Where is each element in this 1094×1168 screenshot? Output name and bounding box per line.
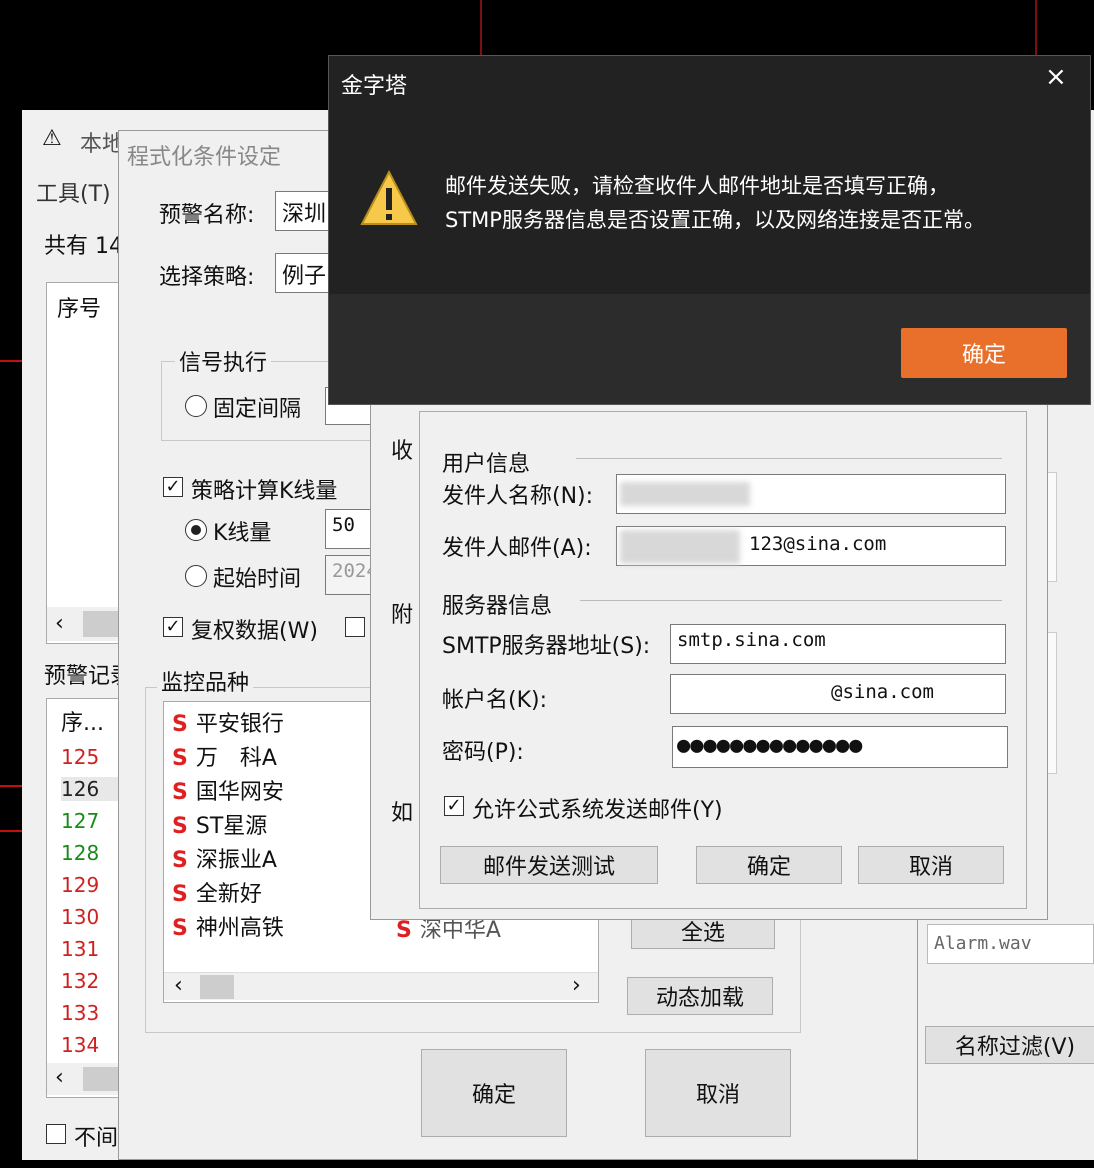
table-row[interactable]: 133 [61, 1001, 99, 1025]
list-item[interactable]: S 国华网安 [172, 774, 284, 806]
col-header-index[interactable]: 序号 [57, 291, 101, 323]
menu-tools[interactable]: 工具(T) [36, 176, 111, 208]
sound-file-field[interactable]: Alarm.wav [927, 924, 1094, 964]
stock-s-icon: S [172, 882, 188, 907]
kline-label: K线量 [213, 521, 272, 546]
start-time-label: 起始时间 [213, 567, 302, 592]
sender-email-label: 发件人邮件(A): [442, 536, 592, 561]
no-interval-checkbox[interactable] [46, 1124, 66, 1144]
calc-kline-label: 策略计算K线量 [191, 479, 338, 504]
list-item[interactable]: S ST星源 [172, 808, 267, 840]
start-time-radio[interactable] [185, 565, 207, 587]
allow-send-label: 允许公式系统发送邮件(Y) [472, 798, 723, 823]
mail-ok-button[interactable]: 确定 [696, 846, 842, 884]
stock-name: 万 科A [195, 746, 277, 771]
warning-icon: ⚠ [42, 126, 62, 151]
settings-title: 程式化条件设定 [127, 145, 282, 170]
redaction-mark [620, 482, 750, 506]
stock-s-icon: S [172, 746, 188, 771]
redaction-mark [620, 530, 740, 564]
settings-ok-button[interactable]: 确定 [421, 1049, 567, 1137]
stock-name: 国华网安 [195, 780, 284, 805]
stock-name: 神州高铁 [195, 916, 284, 941]
adjust-data-label: 复权数据(W) [191, 619, 318, 644]
total-count: 共有 14 [44, 234, 123, 259]
smtp-field[interactable]: smtp.sina.com [670, 624, 1006, 664]
send-test-button[interactable]: 邮件发送测试 [440, 846, 658, 884]
no-interval-label: 不间 [74, 1126, 119, 1151]
dynamic-load-button[interactable]: 动态加载 [627, 977, 773, 1015]
error-ok-button[interactable]: 确定 [901, 328, 1067, 378]
stock-s-icon: S [172, 916, 188, 941]
extra-checkbox[interactable] [345, 617, 365, 637]
close-icon[interactable]: × [1045, 62, 1067, 92]
strategy-label: 选择策略: [159, 265, 255, 290]
error-message-line2: STMP服务器信息是否设置正确，以及网络连接是否正常。 [445, 208, 985, 232]
scroll-right-icon[interactable]: › [572, 973, 581, 998]
adjust-data-checkbox[interactable]: ✓ [163, 617, 183, 637]
table-row[interactable]: 134 [61, 1033, 99, 1057]
table-row[interactable]: 127 [61, 809, 99, 833]
stock-s-icon: S [172, 814, 188, 839]
sender-name-label: 发件人名称(N): [442, 484, 594, 509]
warning-icon [359, 168, 419, 228]
stock-name: 平安银行 [195, 712, 284, 737]
error-dialog-title: 金字塔 [341, 74, 408, 99]
password-label: 密码(P): [442, 740, 524, 765]
stock-s-icon: S [172, 848, 188, 873]
settings-cancel-button[interactable]: 取消 [645, 1049, 791, 1137]
monitor-label: 监控品种 [157, 665, 254, 697]
fixed-interval-label: 固定间隔 [213, 397, 302, 422]
table-row[interactable]: 131 [61, 937, 99, 961]
calc-kline-checkbox[interactable]: ✓ [163, 477, 183, 497]
account-field[interactable]: @sina.com [670, 674, 1006, 714]
stock-s-icon: S [172, 780, 188, 805]
if-label: 如 [391, 801, 414, 826]
password-field[interactable]: ●●●●●●●●●●●●●● [672, 726, 1008, 768]
mail-inner-panel: 用户信息 发件人名称(N): 发件人邮件(A): 123@sina.com 服务… [419, 411, 1027, 909]
table-row[interactable]: 125 [61, 745, 99, 769]
list-item[interactable]: S 全新好 [172, 876, 262, 908]
recipient-label: 收 [391, 439, 414, 464]
list-item[interactable]: S 平安银行 [172, 706, 284, 738]
mail-settings-dialog: 收 附 如 用户信息 发件人名称(N): 发件人邮件(A): 123@sina.… [370, 380, 1048, 920]
fixed-interval-radio[interactable] [185, 395, 207, 417]
list-item[interactable]: S 神州高铁 [172, 910, 284, 942]
table-row[interactable]: 129 [61, 873, 99, 897]
error-dialog: 金字塔 × 邮件发送失败，请检查收件人邮件地址是否填写正确， STMP服务器信息… [328, 55, 1091, 405]
kline-radio[interactable] [185, 519, 207, 541]
user-info-header: 用户信息 [442, 452, 531, 477]
table-row[interactable]: 128 [61, 841, 99, 865]
stock-s-icon: S [172, 712, 188, 737]
allow-send-checkbox[interactable]: ✓ [444, 796, 464, 816]
scroll-left-icon[interactable]: ‹ [55, 1065, 64, 1090]
alert-name-label: 预警名称: [159, 203, 255, 228]
stock-name: 深振业A [195, 848, 277, 873]
table-row[interactable]: 130 [61, 905, 99, 929]
mail-cancel-button[interactable]: 取消 [858, 846, 1004, 884]
smtp-label: SMTP服务器地址(S): [442, 634, 651, 659]
server-info-header: 服务器信息 [442, 594, 553, 619]
stock-scrollbar[interactable]: ‹ › [164, 972, 598, 1000]
scroll-left-icon[interactable]: ‹ [55, 611, 64, 636]
sender-email-value: 123@sina.com [749, 533, 887, 555]
col-header-index2[interactable]: 序... [61, 705, 104, 737]
list-item[interactable]: S 万 科A [172, 740, 277, 772]
scroll-left-icon[interactable]: ‹ [174, 973, 183, 998]
account-label: 帐户名(K): [442, 688, 548, 713]
stock-name: 全新好 [195, 882, 262, 907]
attachment-label: 附 [391, 603, 414, 628]
table-row[interactable]: 132 [61, 969, 99, 993]
signal-group-label: 信号执行 [175, 345, 272, 377]
account-value: @sina.com [831, 681, 934, 703]
list-item[interactable]: S 深振业A [172, 842, 277, 874]
error-message-line1: 邮件发送失败，请检查收件人邮件地址是否填写正确， [445, 174, 949, 198]
stock-name: ST星源 [195, 814, 268, 839]
name-filter-button[interactable]: 名称过滤(V) [925, 1026, 1094, 1064]
